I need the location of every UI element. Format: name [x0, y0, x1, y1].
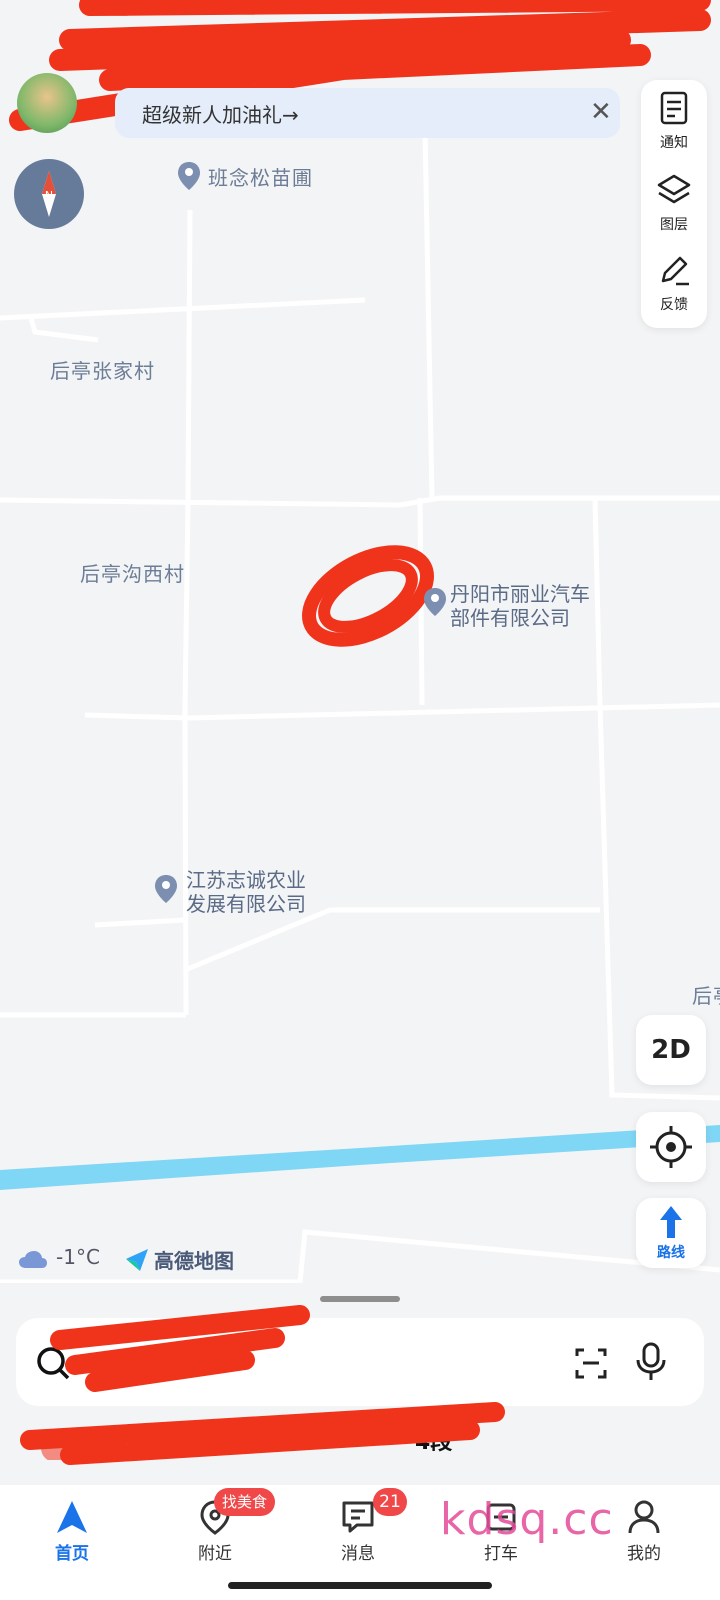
tab-home[interactable]: 首页: [22, 1485, 122, 1585]
tab-label: 首页: [55, 1544, 89, 1564]
chat-icon: [342, 1501, 374, 1533]
tab-label: 附近: [198, 1544, 232, 1564]
redaction-overlay: [20, 1305, 505, 1465]
tab-label: 消息: [341, 1544, 375, 1564]
home-indicator: [228, 1582, 492, 1589]
messages-badge: 21: [373, 1488, 407, 1516]
nearby-badge: 找美食: [214, 1488, 276, 1516]
navigation-arrow-icon: [57, 1501, 87, 1533]
watermark-text: kdsq.cc: [440, 1494, 614, 1545]
person-icon: [628, 1500, 660, 1534]
